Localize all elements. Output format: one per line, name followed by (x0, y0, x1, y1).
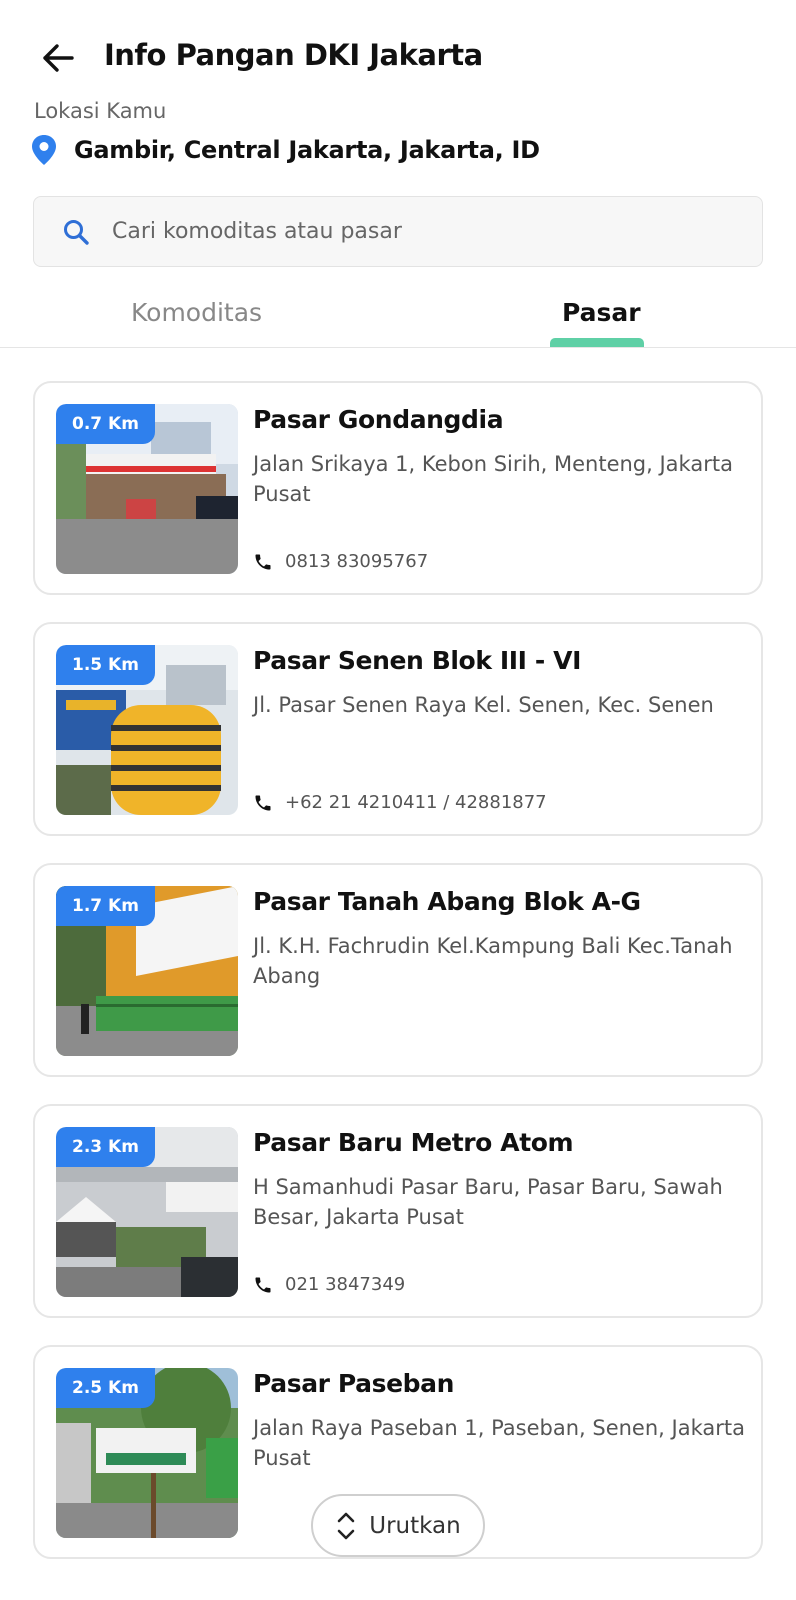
distance-badge: 2.3 Km (56, 1127, 155, 1167)
distance-badge: 0.7 Km (56, 404, 155, 444)
market-list: 0.7 Km Pasar Gondangdia Jalan Srikaya 1,… (33, 381, 763, 1586)
tab-pasar[interactable]: Pasar (562, 298, 641, 327)
sort-chevrons-icon (337, 1512, 355, 1539)
distance-badge: 1.7 Km (56, 886, 155, 926)
search-icon (64, 219, 89, 245)
search-bar[interactable] (33, 196, 763, 267)
market-phone: 0813 83095767 (285, 551, 429, 572)
market-address: H Samanhudi Pasar Baru, Pasar Baru, Sawa… (253, 1175, 723, 1229)
location-label: Lokasi Kamu (34, 99, 167, 123)
market-photo: 2.5 Km (56, 1368, 238, 1538)
market-name: Pasar Tanah Abang Blok A-G (253, 887, 641, 916)
market-name: Pasar Baru Metro Atom (253, 1128, 574, 1157)
market-address: Jl. K.H. Fachrudin Kel.Kampung Bali Kec.… (253, 934, 733, 988)
market-phone: 021 3847349 (285, 1274, 406, 1295)
market-name: Pasar Paseban (253, 1369, 455, 1398)
location-value: Gambir, Central Jakarta, Jakarta, ID (74, 136, 540, 164)
phone-icon (255, 795, 271, 810)
sort-label: Urutkan (369, 1512, 461, 1539)
market-card[interactable]: 1.7 Km Pasar Tanah Abang Blok A-G Jl. K.… (33, 863, 763, 1077)
search-input[interactable] (112, 219, 672, 244)
market-photo: 0.7 Km (56, 404, 238, 574)
page-title: Info Pangan DKI Jakarta (104, 38, 483, 72)
active-tab-indicator (550, 338, 644, 347)
market-photo: 2.3 Km (56, 1127, 238, 1297)
market-address: Jalan Srikaya 1, Kebon Sirih, Menteng, J… (253, 452, 733, 506)
market-name: Pasar Senen Blok III - VI (253, 646, 581, 675)
market-address: Jl. Pasar Senen Raya Kel. Senen, Kec. Se… (253, 693, 714, 717)
market-photo: 1.7 Km (56, 886, 238, 1056)
app-header: Info Pangan DKI Jakarta (0, 0, 796, 110)
market-address: Jalan Raya Paseban 1, Paseban, Senen, Ja… (253, 1416, 745, 1470)
phone-icon (255, 1277, 271, 1292)
tab-bar: Komoditas Pasar (0, 280, 796, 348)
tab-komoditas[interactable]: Komoditas (131, 298, 262, 327)
phone-row[interactable]: +62 21 4210411 / 42881877 (253, 792, 547, 813)
sort-button[interactable]: Urutkan (311, 1494, 485, 1557)
back-button[interactable] (38, 38, 78, 78)
distance-badge: 2.5 Km (56, 1368, 155, 1408)
market-card[interactable]: 2.3 Km Pasar Baru Metro Atom H Samanhudi… (33, 1104, 763, 1318)
market-card[interactable]: 0.7 Km Pasar Gondangdia Jalan Srikaya 1,… (33, 381, 763, 595)
phone-row[interactable]: 0813 83095767 (253, 551, 428, 572)
market-phone: +62 21 4210411 / 42881877 (285, 792, 547, 813)
phone-icon (255, 554, 271, 569)
market-name: Pasar Gondangdia (253, 405, 504, 434)
phone-row[interactable]: 021 3847349 (253, 1274, 405, 1295)
location-row[interactable]: Gambir, Central Jakarta, Jakarta, ID (30, 134, 540, 166)
distance-badge: 1.5 Km (56, 645, 155, 685)
map-pin-icon (32, 135, 56, 165)
market-photo: 1.5 Km (56, 645, 238, 815)
arrow-left-icon (43, 44, 74, 72)
market-card[interactable]: 1.5 Km Pasar Senen Blok III - VI Jl. Pas… (33, 622, 763, 836)
